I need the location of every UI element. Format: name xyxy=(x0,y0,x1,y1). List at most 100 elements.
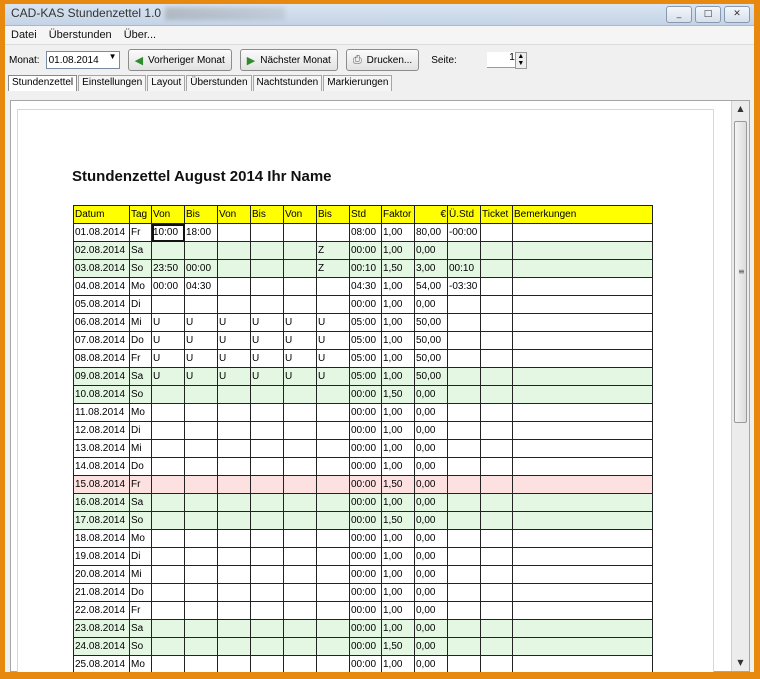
table-cell[interactable] xyxy=(151,547,185,566)
table-cell[interactable]: Sa xyxy=(129,493,152,512)
table-cell[interactable] xyxy=(447,403,481,422)
table-cell[interactable] xyxy=(151,457,185,476)
table-cell[interactable] xyxy=(480,313,513,332)
table-cell[interactable] xyxy=(151,421,185,440)
table-cell[interactable]: 22.08.2014 xyxy=(73,601,130,620)
table-cell[interactable]: 00:00 xyxy=(349,565,382,584)
table-cell[interactable]: U xyxy=(316,313,350,332)
table-cell[interactable] xyxy=(250,493,284,512)
table-cell[interactable]: -00:00 xyxy=(447,223,481,242)
table-cell[interactable]: 05:00 xyxy=(349,313,382,332)
table-cell[interactable]: U xyxy=(184,331,218,350)
table-cell[interactable]: Mo xyxy=(129,529,152,548)
table-cell[interactable]: 3,00 xyxy=(414,259,448,278)
table-cell[interactable]: 80,00 xyxy=(414,223,448,242)
table-cell[interactable]: 0,00 xyxy=(414,529,448,548)
table-cell[interactable] xyxy=(316,655,350,672)
table-cell[interactable] xyxy=(447,511,481,530)
table-cell[interactable]: 1,00 xyxy=(381,403,415,422)
table-cell[interactable] xyxy=(512,223,653,242)
table-cell[interactable] xyxy=(447,475,481,494)
menu-ueber[interactable]: Über... xyxy=(118,29,162,41)
tab-markierungen[interactable]: Markierungen xyxy=(323,75,393,91)
table-cell[interactable] xyxy=(480,223,513,242)
table-cell[interactable] xyxy=(512,259,653,278)
table-cell[interactable] xyxy=(480,583,513,602)
table-cell[interactable] xyxy=(316,511,350,530)
table-cell[interactable] xyxy=(250,655,284,672)
table-cell[interactable] xyxy=(480,565,513,584)
table-cell[interactable]: 1,50 xyxy=(381,259,415,278)
table-cell[interactable] xyxy=(512,619,653,638)
table-cell[interactable] xyxy=(184,511,218,530)
document-viewport[interactable]: Stundenzettel August 2014 Ihr Name Datum… xyxy=(10,100,750,672)
table-cell[interactable] xyxy=(250,529,284,548)
table-cell[interactable] xyxy=(447,331,481,350)
scroll-up-icon[interactable]: ▲ xyxy=(732,101,749,117)
table-cell[interactable] xyxy=(184,565,218,584)
table-cell[interactable]: U xyxy=(184,313,218,332)
table-cell[interactable] xyxy=(184,439,218,458)
table-cell[interactable] xyxy=(184,583,218,602)
table-cell[interactable]: 10.08.2014 xyxy=(73,385,130,404)
table-cell[interactable]: U xyxy=(250,331,284,350)
table-cell[interactable]: 15.08.2014 xyxy=(73,475,130,494)
table-cell[interactable]: U xyxy=(316,367,350,386)
table-cell[interactable]: U xyxy=(217,313,251,332)
table-cell[interactable]: 00:00 xyxy=(349,241,382,260)
table-cell[interactable] xyxy=(151,241,185,260)
table-cell[interactable] xyxy=(512,637,653,656)
table-cell[interactable] xyxy=(217,295,251,314)
maximize-button[interactable]: □ xyxy=(695,6,721,23)
table-cell[interactable] xyxy=(512,367,653,386)
table-cell[interactable] xyxy=(283,385,317,404)
table-cell[interactable]: U xyxy=(184,367,218,386)
table-cell[interactable]: 08:00 xyxy=(349,223,382,242)
table-cell[interactable]: 23.08.2014 xyxy=(73,619,130,638)
table-cell[interactable] xyxy=(283,511,317,530)
table-cell[interactable]: 12.08.2014 xyxy=(73,421,130,440)
table-cell[interactable] xyxy=(217,529,251,548)
table-cell[interactable] xyxy=(447,655,481,672)
monat-date-picker[interactable]: 01.08.2014 ▼ xyxy=(45,51,120,69)
table-cell[interactable] xyxy=(447,637,481,656)
table-cell[interactable]: U xyxy=(250,349,284,368)
table-cell[interactable]: 54,00 xyxy=(414,277,448,296)
table-cell[interactable] xyxy=(250,259,284,278)
table-cell[interactable]: 1,00 xyxy=(381,331,415,350)
next-month-button[interactable]: ▶ Nächster Monat xyxy=(239,49,338,71)
table-cell[interactable]: Di xyxy=(129,421,152,440)
table-cell[interactable] xyxy=(316,565,350,584)
table-cell[interactable]: U xyxy=(184,349,218,368)
table-cell[interactable] xyxy=(480,601,513,620)
table-cell[interactable]: So xyxy=(129,385,152,404)
table-cell[interactable] xyxy=(480,331,513,350)
table-cell[interactable] xyxy=(151,295,185,314)
table-cell[interactable] xyxy=(512,457,653,476)
table-cell[interactable]: 0,00 xyxy=(414,565,448,584)
table-cell[interactable]: U xyxy=(217,367,251,386)
table-cell[interactable]: 05:00 xyxy=(349,367,382,386)
table-cell[interactable]: 50,00 xyxy=(414,313,448,332)
table-cell[interactable]: 0,00 xyxy=(414,511,448,530)
table-cell[interactable] xyxy=(217,259,251,278)
table-cell[interactable]: Do xyxy=(129,457,152,476)
table-cell[interactable]: U xyxy=(283,331,317,350)
table-cell[interactable] xyxy=(512,439,653,458)
table-cell[interactable] xyxy=(480,655,513,672)
table-cell[interactable] xyxy=(250,601,284,620)
table-cell[interactable]: U xyxy=(283,367,317,386)
table-cell[interactable] xyxy=(283,457,317,476)
table-cell[interactable] xyxy=(480,529,513,548)
table-cell[interactable] xyxy=(316,223,350,242)
table-cell[interactable]: 0,00 xyxy=(414,403,448,422)
vertical-scrollbar[interactable]: ▲ ≡ ▼ xyxy=(731,101,749,671)
timesheet-table[interactable]: Datum Tag Von Bis Von Bis Von Bis Std Faktor € Ü.St… xyxy=(73,205,653,672)
table-cell[interactable]: U xyxy=(250,313,284,332)
table-cell[interactable] xyxy=(184,475,218,494)
table-cell[interactable]: 0,00 xyxy=(414,619,448,638)
table-cell[interactable] xyxy=(217,619,251,638)
table-cell[interactable]: 00:00 xyxy=(349,637,382,656)
table-cell[interactable]: 50,00 xyxy=(414,331,448,350)
table-cell[interactable] xyxy=(250,439,284,458)
